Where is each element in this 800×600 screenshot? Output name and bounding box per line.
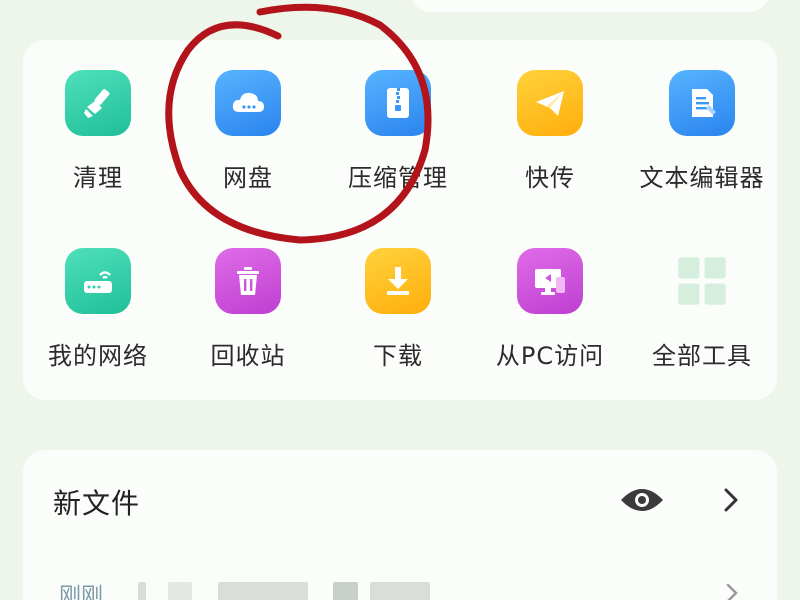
tool-cloud-drive[interactable]: 网盘 xyxy=(173,70,323,210)
tool-my-network[interactable]: 我的网络 xyxy=(23,248,173,388)
tool-label: 压缩管理 xyxy=(348,164,448,192)
trash-icon xyxy=(215,248,281,314)
tool-label: 下载 xyxy=(373,342,423,370)
zip-icon xyxy=(365,70,431,136)
tool-compression[interactable]: 压缩管理 xyxy=(323,70,473,210)
tool-download[interactable]: 下载 xyxy=(323,248,473,388)
grid-icon xyxy=(669,248,735,314)
tool-label: 全部工具 xyxy=(652,342,752,370)
monitor-icon xyxy=(517,248,583,314)
tool-label: 从PC访问 xyxy=(495,342,605,370)
tool-label: 清理 xyxy=(73,164,123,192)
tool-label: 网盘 xyxy=(223,164,273,192)
file-manager-screen: 清理 网盘 压缩管理 快传 文本编辑器 我的网络 回收站 下载 从PC访问 全部… xyxy=(0,0,800,600)
tool-quick-transfer[interactable]: 快传 xyxy=(475,70,625,210)
tool-text-editor[interactable]: 文本编辑器 xyxy=(627,70,777,210)
download-icon xyxy=(365,248,431,314)
tool-label: 回收站 xyxy=(210,342,286,370)
new-files-title: 新文件 xyxy=(53,487,141,520)
router-icon xyxy=(65,248,131,314)
paper-plane-icon xyxy=(517,70,583,136)
eye-icon[interactable] xyxy=(619,484,665,516)
chevron-right-icon[interactable] xyxy=(719,486,743,514)
tool-all-tools[interactable]: 全部工具 xyxy=(627,248,777,388)
brush-icon xyxy=(65,70,131,136)
tool-label: 文本编辑器 xyxy=(639,164,765,192)
tool-access-from-pc[interactable]: 从PC访问 xyxy=(475,248,625,388)
tool-label: 我的网络 xyxy=(48,342,148,370)
tool-clean[interactable]: 清理 xyxy=(23,70,173,210)
top-card xyxy=(410,0,770,12)
tool-label: 快传 xyxy=(525,164,575,192)
cloud-icon xyxy=(215,70,281,136)
new-files-panel: 新文件 刚刚 xyxy=(23,450,777,600)
file-time-label: 刚刚 xyxy=(59,584,104,600)
tool-recycle-bin[interactable]: 回收站 xyxy=(173,248,323,388)
chevron-right-icon[interactable] xyxy=(723,582,741,600)
document-icon xyxy=(669,70,735,136)
tools-panel: 清理 网盘 压缩管理 快传 文本编辑器 我的网络 回收站 下载 从PC访问 全部… xyxy=(23,40,777,400)
